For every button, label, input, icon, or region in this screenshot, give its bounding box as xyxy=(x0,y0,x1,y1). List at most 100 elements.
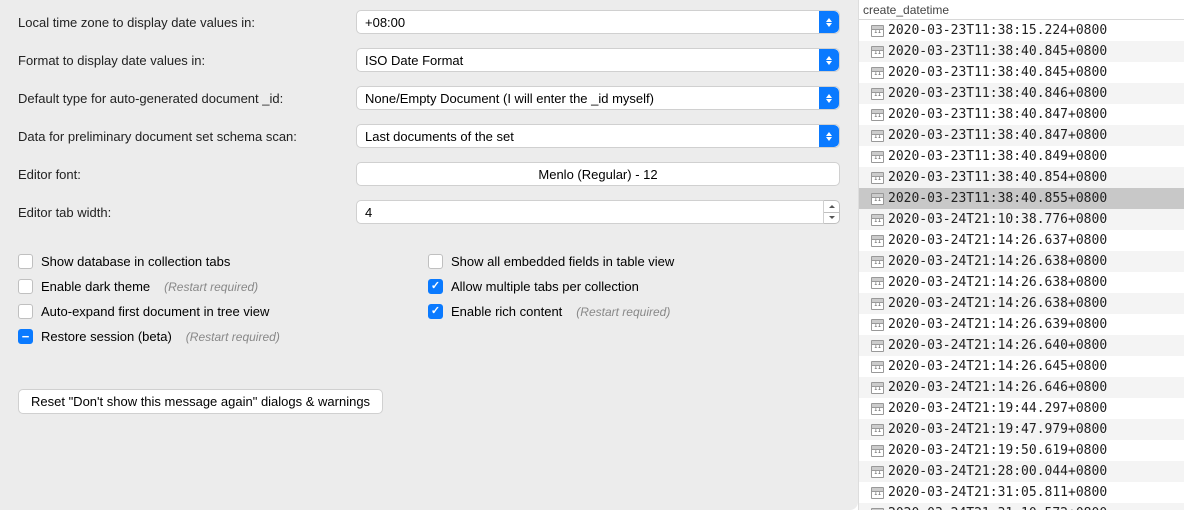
cell-value: 2020-03-23T11:38:15.224+0800 xyxy=(888,23,1107,38)
timezone-value: +08:00 xyxy=(365,15,405,30)
checkbox-label: Show database in collection tabs xyxy=(41,254,230,269)
format-select[interactable]: ISO Date Format xyxy=(356,48,840,72)
table-row[interactable]: 112020-03-24T21:19:44.297+0800 xyxy=(859,398,1184,419)
chevron-up-icon xyxy=(829,205,835,208)
table-row[interactable]: 11 2020-03-23T11:38:40.849+0800 xyxy=(859,146,1184,167)
checkbox[interactable] xyxy=(428,254,443,269)
restart-hint: (Restart required) xyxy=(576,305,670,319)
table-row[interactable]: 112020-03-24T21:31:10.572+0800 xyxy=(859,503,1184,510)
checkbox-label: Restore session (beta) xyxy=(41,329,172,344)
cell-value: 2020-03-24T21:14:26.638+0800 xyxy=(888,275,1107,290)
default-id-value: None/Empty Document (I will enter the _i… xyxy=(365,91,654,106)
table-row[interactable]: 112020-03-24T21:14:26.640+0800 xyxy=(859,335,1184,356)
format-label: Format to display date values in: xyxy=(18,53,356,68)
table-row[interactable]: 11 2020-03-23T11:38:40.847+0800 xyxy=(859,125,1184,146)
cell-value: 2020-03-23T11:38:40.847+0800 xyxy=(888,107,1107,122)
table-row[interactable]: 11 2020-03-23T11:38:40.845+0800 xyxy=(859,41,1184,62)
checkbox-label: Auto-expand first document in tree view xyxy=(41,304,269,319)
table-row[interactable]: 11 2020-03-24T21:14:26.638+0800 xyxy=(859,293,1184,314)
calendar-icon: 11 xyxy=(871,466,884,478)
cell-value: 2020-03-24T21:31:05.811+0800 xyxy=(888,485,1107,500)
table-row[interactable]: 11 2020-03-23T11:38:40.847+0800 xyxy=(859,104,1184,125)
preferences-panel: Local time zone to display date values i… xyxy=(0,0,858,510)
default-id-select[interactable]: None/Empty Document (I will enter the _i… xyxy=(356,86,840,110)
table-row[interactable]: 112020-03-24T21:14:26.639+0800 xyxy=(859,314,1184,335)
cell-value: 2020-03-24T21:14:26.637+0800 xyxy=(888,233,1107,248)
calendar-icon: 11 xyxy=(871,193,884,205)
calendar-icon: 11 xyxy=(871,445,884,457)
calendar-icon: 11 xyxy=(871,109,884,121)
cell-value: 2020-03-23T11:38:40.847+0800 xyxy=(888,128,1107,143)
table-row[interactable]: 112020-03-23T11:38:40.855+0800 xyxy=(859,188,1184,209)
editor-font-button[interactable]: Menlo (Regular) - 12 xyxy=(356,162,840,186)
table-row[interactable]: 11 2020-03-23T11:38:15.224+0800 xyxy=(859,20,1184,41)
cell-value: 2020-03-23T11:38:40.845+0800 xyxy=(888,65,1107,80)
calendar-icon: 11 xyxy=(871,214,884,226)
table-row[interactable]: 112020-03-24T21:14:26.646+0800 xyxy=(859,377,1184,398)
cell-value: 2020-03-24T21:31:10.572+0800 xyxy=(888,506,1107,510)
checkbox[interactable] xyxy=(18,304,33,319)
table-row[interactable]: 11 2020-03-24T21:31:05.811+0800 xyxy=(859,482,1184,503)
checkbox[interactable] xyxy=(428,304,443,319)
editor-font-label: Editor font: xyxy=(18,167,356,182)
cell-value: 2020-03-23T11:38:40.854+0800 xyxy=(888,170,1107,185)
table-row[interactable]: 11 2020-03-24T21:14:26.638+0800 xyxy=(859,272,1184,293)
calendar-icon: 11 xyxy=(871,46,884,58)
calendar-icon: 11 xyxy=(871,25,884,37)
table-row[interactable]: 112020-03-23T11:38:40.854+0800 xyxy=(859,167,1184,188)
table-row[interactable]: 112020-03-23T11:38:40.846+0800 xyxy=(859,83,1184,104)
cell-value: 2020-03-24T21:28:00.044+0800 xyxy=(888,464,1107,479)
calendar-icon: 11 xyxy=(871,256,884,268)
table-row[interactable]: 11 2020-03-24T21:14:26.637+0800 xyxy=(859,230,1184,251)
calendar-icon: 11 xyxy=(871,151,884,163)
table-row[interactable]: 11 2020-03-24T21:14:26.638+0800 xyxy=(859,251,1184,272)
checkbox[interactable] xyxy=(18,329,33,344)
calendar-icon: 11 xyxy=(871,361,884,373)
calendar-icon: 11 xyxy=(871,298,884,310)
data-table: create_datetime 11 2020-03-23T11:38:15.22… xyxy=(858,0,1184,510)
calendar-icon: 11 xyxy=(871,487,884,499)
checkbox[interactable] xyxy=(18,279,33,294)
table-row[interactable]: 11 2020-03-24T21:19:50.619+0800 xyxy=(859,440,1184,461)
tab-width-label: Editor tab width: xyxy=(18,205,356,220)
tab-width-stepper[interactable] xyxy=(824,200,840,224)
schema-scan-label: Data for preliminary document set schema… xyxy=(18,129,356,144)
chevron-down-icon xyxy=(829,216,835,219)
cell-value: 2020-03-24T21:19:47.979+0800 xyxy=(888,422,1107,437)
cell-value: 2020-03-24T21:14:26.638+0800 xyxy=(888,296,1107,311)
checkbox[interactable] xyxy=(428,279,443,294)
cell-value: 2020-03-24T21:14:26.645+0800 xyxy=(888,359,1107,374)
restart-hint: (Restart required) xyxy=(186,330,280,344)
schema-scan-select[interactable]: Last documents of the set xyxy=(356,124,840,148)
calendar-icon: 11 xyxy=(871,235,884,247)
timezone-select[interactable]: +08:00 xyxy=(356,10,840,34)
table-row[interactable]: 112020-03-24T21:10:38.776+0800 xyxy=(859,209,1184,230)
tab-width-input[interactable] xyxy=(356,200,824,224)
cell-value: 2020-03-23T11:38:40.845+0800 xyxy=(888,44,1107,59)
table-row[interactable]: 11 2020-03-24T21:14:26.645+0800 xyxy=(859,356,1184,377)
calendar-icon: 11 xyxy=(871,403,884,415)
cell-value: 2020-03-23T11:38:40.846+0800 xyxy=(888,86,1107,101)
timezone-label: Local time zone to display date values i… xyxy=(18,15,356,30)
updown-icon xyxy=(819,87,839,109)
checkbox-label: Show all embedded fields in table view xyxy=(451,254,674,269)
cell-value: 2020-03-24T21:14:26.646+0800 xyxy=(888,380,1107,395)
table-row[interactable]: 112020-03-24T21:19:47.979+0800 xyxy=(859,419,1184,440)
column-header-label: create_datetime xyxy=(863,3,949,17)
schema-scan-value: Last documents of the set xyxy=(365,129,514,144)
format-value: ISO Date Format xyxy=(365,53,463,68)
cell-value: 2020-03-24T21:19:50.619+0800 xyxy=(888,443,1107,458)
calendar-icon: 11 xyxy=(871,277,884,289)
column-header[interactable]: create_datetime xyxy=(859,0,1184,20)
checkbox[interactable] xyxy=(18,254,33,269)
updown-icon xyxy=(819,125,839,147)
updown-icon xyxy=(819,11,839,33)
calendar-icon: 11 xyxy=(871,130,884,142)
cell-value: 2020-03-23T11:38:40.849+0800 xyxy=(888,149,1107,164)
reset-dialogs-button[interactable]: Reset "Don't show this message again" di… xyxy=(18,389,383,414)
table-row[interactable]: 11 2020-03-24T21:28:00.044+0800 xyxy=(859,461,1184,482)
cell-value: 2020-03-24T21:14:26.639+0800 xyxy=(888,317,1107,332)
table-row[interactable]: 112020-03-23T11:38:40.845+0800 xyxy=(859,62,1184,83)
cell-value: 2020-03-24T21:14:26.638+0800 xyxy=(888,254,1107,269)
editor-font-value: Menlo (Regular) - 12 xyxy=(538,167,657,182)
